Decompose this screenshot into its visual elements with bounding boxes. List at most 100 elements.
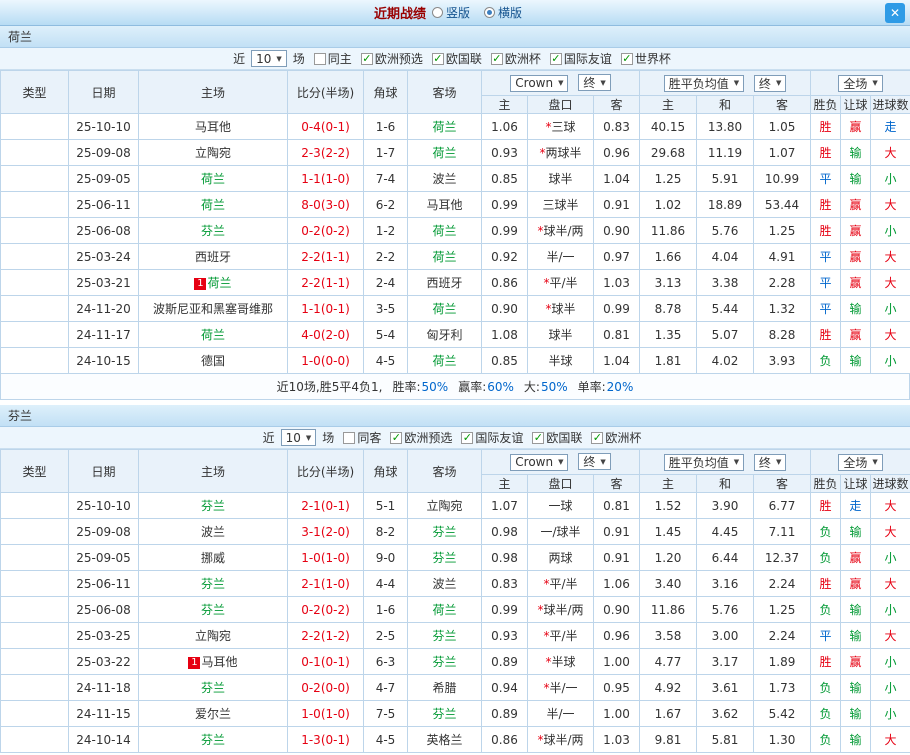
result-handicap-cell: 赢 xyxy=(841,192,871,218)
filter-checkbox-3[interactable]: ✓欧国联 xyxy=(532,429,582,446)
checkbox-label: 欧洲预选 xyxy=(375,50,423,67)
result-goals-cell: 小 xyxy=(871,675,910,701)
checkbox-checked-icon[interactable]: ✓ xyxy=(361,53,373,65)
scope-select[interactable]: 全场 ▼ xyxy=(838,454,882,471)
result-goals-cell: 大 xyxy=(871,270,910,296)
radio-checked-icon[interactable] xyxy=(484,7,495,18)
result-wdl-cell: 负 xyxy=(811,727,841,753)
filter-checkbox-2[interactable]: ✓国际友谊 xyxy=(461,429,523,446)
odds-away-cell: 1.04 xyxy=(594,348,640,374)
avg-away-cell: 6.77 xyxy=(754,493,811,519)
away-team-cell: 荷兰 xyxy=(408,597,482,623)
checkbox-checked-icon[interactable]: ✓ xyxy=(390,432,402,444)
home-team-name: 德国 xyxy=(201,354,225,368)
checkbox-checked-icon[interactable]: ✓ xyxy=(461,432,473,444)
odds-stage-select[interactable]: 终 ▼ xyxy=(578,74,610,91)
checkbox-checked-icon[interactable]: ✓ xyxy=(432,53,444,65)
rank-badge: 1 xyxy=(188,657,200,669)
result-handicap-cell: 输 xyxy=(841,675,871,701)
summary-win-rate: 胜率:50% xyxy=(392,378,448,395)
odds-away-cell: 0.97 xyxy=(594,244,640,270)
match-date: 25-09-08 xyxy=(69,519,139,545)
filter-checkbox-0[interactable]: 同客 xyxy=(343,429,381,446)
result-handicap-cell: 输 xyxy=(841,166,871,192)
filter-checkbox-1[interactable]: ✓欧洲预选 xyxy=(361,50,423,67)
recent-count-select[interactable]: 10 ▼ xyxy=(281,429,317,446)
home-team-cell: 芬兰 xyxy=(139,571,288,597)
layout-radio-horizontal[interactable]: 横版 xyxy=(484,4,522,21)
result-wdl-cell: 胜 xyxy=(811,571,841,597)
odds-stage-select[interactable]: 终 ▼ xyxy=(578,453,610,470)
result-handicap-cell: 赢 xyxy=(841,244,871,270)
checkbox-unchecked-icon[interactable] xyxy=(343,432,355,444)
away-team-name: 荷兰 xyxy=(432,302,456,316)
subcol-handicap-result: 让球 xyxy=(841,96,871,114)
checkbox-unchecked-icon[interactable] xyxy=(314,53,326,65)
odds-away-cell: 0.96 xyxy=(594,623,640,649)
match-row: 欧洲预选25-10-10芬兰2-1(0-1)5-1立陶宛1.07一球0.811.… xyxy=(1,493,910,519)
corner-cell: 4-7 xyxy=(364,675,408,701)
checkbox-checked-icon[interactable]: ✓ xyxy=(491,53,503,65)
avg-away-cell: 1.73 xyxy=(754,675,811,701)
avg-away-cell: 1.07 xyxy=(754,140,811,166)
checkbox-label: 欧洲预选 xyxy=(404,429,452,446)
score-cell: 1-0(1-0) xyxy=(288,701,364,727)
scope-select[interactable]: 全场 ▼ xyxy=(838,75,882,92)
checkbox-label: 欧洲杯 xyxy=(505,50,541,67)
result-goals-cell: 大 xyxy=(871,493,910,519)
avg-away-cell: 1.32 xyxy=(754,296,811,322)
result-goals-cell: 小 xyxy=(871,166,910,192)
checkbox-checked-icon[interactable]: ✓ xyxy=(621,53,633,65)
chevron-down-icon: ▼ xyxy=(558,79,563,87)
avg-away-cell: 5.42 xyxy=(754,701,811,727)
subcol-odds-home: 主 xyxy=(482,475,528,493)
home-team-cell: 芬兰 xyxy=(139,727,288,753)
filter-checkbox-4[interactable]: ✓欧洲杯 xyxy=(591,429,641,446)
close-button[interactable]: ✕ xyxy=(885,3,905,23)
filter-checkbox-4[interactable]: ✓国际友谊 xyxy=(550,50,612,67)
score-cell: 0-2(0-2) xyxy=(288,218,364,244)
home-team-name: 荷兰 xyxy=(201,198,225,212)
summary-row: 近10场,胜5平4负1, 胜率:50% 赢率:60% 大:50% 单率:20% xyxy=(0,374,910,400)
match-date: 24-10-14 xyxy=(69,727,139,753)
competition-type: 欧洲预选 xyxy=(1,192,69,218)
chevron-down-icon: ▼ xyxy=(600,458,605,466)
radio-icon[interactable] xyxy=(432,7,443,18)
score-cell: 1-1(0-1) xyxy=(288,296,364,322)
avg-draw-cell: 18.89 xyxy=(697,192,754,218)
competition-type: 欧洲预选 xyxy=(1,623,69,649)
filter-checkbox-0[interactable]: 同主 xyxy=(314,50,352,67)
avg-home-cell: 4.77 xyxy=(640,649,697,675)
checkbox-label: 同客 xyxy=(357,429,381,446)
wdl-avg-select[interactable]: 胜平负均值 ▼ xyxy=(664,454,744,471)
odds-source-select[interactable]: Crown ▼ xyxy=(510,75,568,92)
filter-checkbox-5[interactable]: ✓世界杯 xyxy=(621,50,671,67)
checkbox-checked-icon[interactable]: ✓ xyxy=(550,53,562,65)
layout-radio-vertical[interactable]: 竖版 xyxy=(432,4,470,21)
odds-source-select[interactable]: Crown ▼ xyxy=(510,454,568,471)
away-team-name: 立陶宛 xyxy=(426,499,462,513)
filter-checkbox-2[interactable]: ✓欧国联 xyxy=(432,50,482,67)
team-header-bar: 芬兰 xyxy=(0,405,910,427)
checkbox-checked-icon[interactable]: ✓ xyxy=(532,432,544,444)
avg-away-cell: 1.05 xyxy=(754,114,811,140)
wdl-stage-select[interactable]: 终 ▼ xyxy=(754,454,786,471)
match-row: 欧洲预选25-09-08波兰3-1(2-0)8-2芬兰0.98一/球半0.911… xyxy=(1,519,910,545)
corner-cell: 4-5 xyxy=(364,348,408,374)
avg-home-cell: 8.78 xyxy=(640,296,697,322)
odds-home-cell: 0.98 xyxy=(482,519,528,545)
filter-checkbox-3[interactable]: ✓欧洲杯 xyxy=(491,50,541,67)
checkbox-checked-icon[interactable]: ✓ xyxy=(591,432,603,444)
recent-count-value: 10 xyxy=(256,52,271,66)
avg-home-cell: 3.58 xyxy=(640,623,697,649)
chevron-down-icon: ▼ xyxy=(872,458,877,466)
corner-cell: 2-4 xyxy=(364,270,408,296)
away-team-cell: 荷兰 xyxy=(408,244,482,270)
home-team-name: 波兰 xyxy=(201,525,225,539)
recent-count-select[interactable]: 10 ▼ xyxy=(251,50,287,67)
filter-checkbox-1[interactable]: ✓欧洲预选 xyxy=(390,429,452,446)
wdl-stage-select[interactable]: 终 ▼ xyxy=(754,75,786,92)
wdl-avg-select[interactable]: 胜平负均值 ▼ xyxy=(664,75,744,92)
competition-type: 欧洲预选 xyxy=(1,166,69,192)
layout-radio-horizontal-label: 横版 xyxy=(498,4,522,21)
